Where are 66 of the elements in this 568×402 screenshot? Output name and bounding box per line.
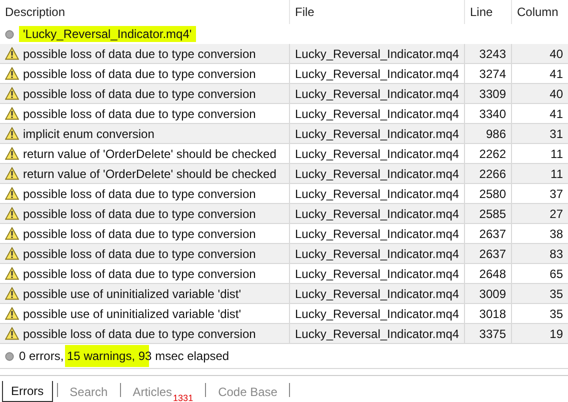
table-cell: 3243 <box>465 44 512 64</box>
tab[interactable]: Errors <box>2 381 53 402</box>
message-text: possible loss of data due to type conversion <box>23 186 256 202</box>
message-text: possible loss of data due to type conversion <box>23 226 256 242</box>
warning-icon <box>5 127 19 140</box>
table-cell: Lucky_Reversal_Indicator.mq4 <box>290 164 465 184</box>
message-text: return value of 'OrderDelete' should be checked <box>23 166 276 182</box>
table-cell: 3309 <box>465 84 512 104</box>
warning-icon <box>5 307 19 320</box>
table-cell: 40 <box>512 44 568 64</box>
tab[interactable]: Search <box>62 382 116 402</box>
warning-icon <box>5 67 19 80</box>
message-text: possible loss of data due to type conversion <box>23 246 256 262</box>
table-cell: Lucky_Reversal_Indicator.mq4 <box>290 204 465 224</box>
column-header[interactable]: Column <box>512 0 568 24</box>
table-cell: Lucky_Reversal_Indicator.mq4 <box>290 44 465 64</box>
column-header[interactable]: File <box>290 0 465 24</box>
table-cell: 31 <box>512 124 568 144</box>
message-text: possible loss of data due to type conversion <box>23 66 256 82</box>
table-cell: Lucky_Reversal_Indicator.mq4 <box>290 244 465 264</box>
table-cell: 11 <box>512 164 568 184</box>
message-text: possible loss of data due to type conversion <box>23 326 256 342</box>
message-text: implicit enum conversion <box>23 126 154 142</box>
warning-icon <box>5 247 19 260</box>
table-cell: 2266 <box>465 164 512 184</box>
count-label: 1331 <box>173 393 194 402</box>
column-header[interactable]: Line <box>465 0 512 24</box>
status-dot-icon <box>5 30 14 38</box>
message-text: possible loss of data due to type conversion <box>23 106 256 122</box>
table-cell: 2637 <box>465 244 512 264</box>
message-text: possible use of uninitialized variable 'dist' <box>23 286 242 302</box>
table-cell: 19 <box>512 324 568 344</box>
warning-icon <box>5 147 19 160</box>
table-cell: 35 <box>512 284 568 304</box>
message-text: possible use of uninitialized variable 'dist' <box>23 306 242 322</box>
warning-icon <box>5 187 19 200</box>
message-text: possible loss of data due to type conversion <box>23 46 256 62</box>
warning-icon <box>5 87 19 100</box>
table-cell: 40 <box>512 84 568 104</box>
column-header[interactable]: Description <box>0 0 290 24</box>
status-dot-icon <box>5 352 14 360</box>
warning-icon <box>5 287 19 300</box>
warning-icon <box>5 167 19 180</box>
warning-icon <box>5 107 19 120</box>
warning-icon <box>5 47 19 60</box>
message-text: possible loss of data due to type conversion <box>23 206 256 222</box>
table-cell: Lucky_Reversal_Indicator.mq4 <box>290 324 465 344</box>
table-cell: 2585 <box>465 204 512 224</box>
table-cell: 83 <box>512 244 568 264</box>
file-group-title: 'Lucky_Reversal_Indicator.mq4' <box>19 26 196 42</box>
message-text: possible loss of data due to type conversion <box>23 266 256 282</box>
warning-icon <box>5 267 19 280</box>
tab[interactable]: Articles$_{1331}$ <box>124 382 202 402</box>
table-cell: Lucky_Reversal_Indicator.mq4 <box>290 124 465 144</box>
table-cell: 3375 <box>465 324 512 344</box>
warning-icon <box>5 227 19 240</box>
warning-icon <box>5 327 19 340</box>
tab[interactable]: Code Base <box>210 382 286 402</box>
table-cell: 986 <box>465 124 512 144</box>
table-cell: Lucky_Reversal_Indicator.mq4 <box>290 84 465 104</box>
table-cell: 3009 <box>465 284 512 304</box>
message-text: possible loss of data due to type conversion <box>23 86 256 102</box>
table-cell: 27 <box>512 204 568 224</box>
table-cell: Lucky_Reversal_Indicator.mq4 <box>290 284 465 304</box>
warning-icon <box>5 207 19 220</box>
message-text: return value of 'OrderDelete' should be checked <box>23 146 276 162</box>
